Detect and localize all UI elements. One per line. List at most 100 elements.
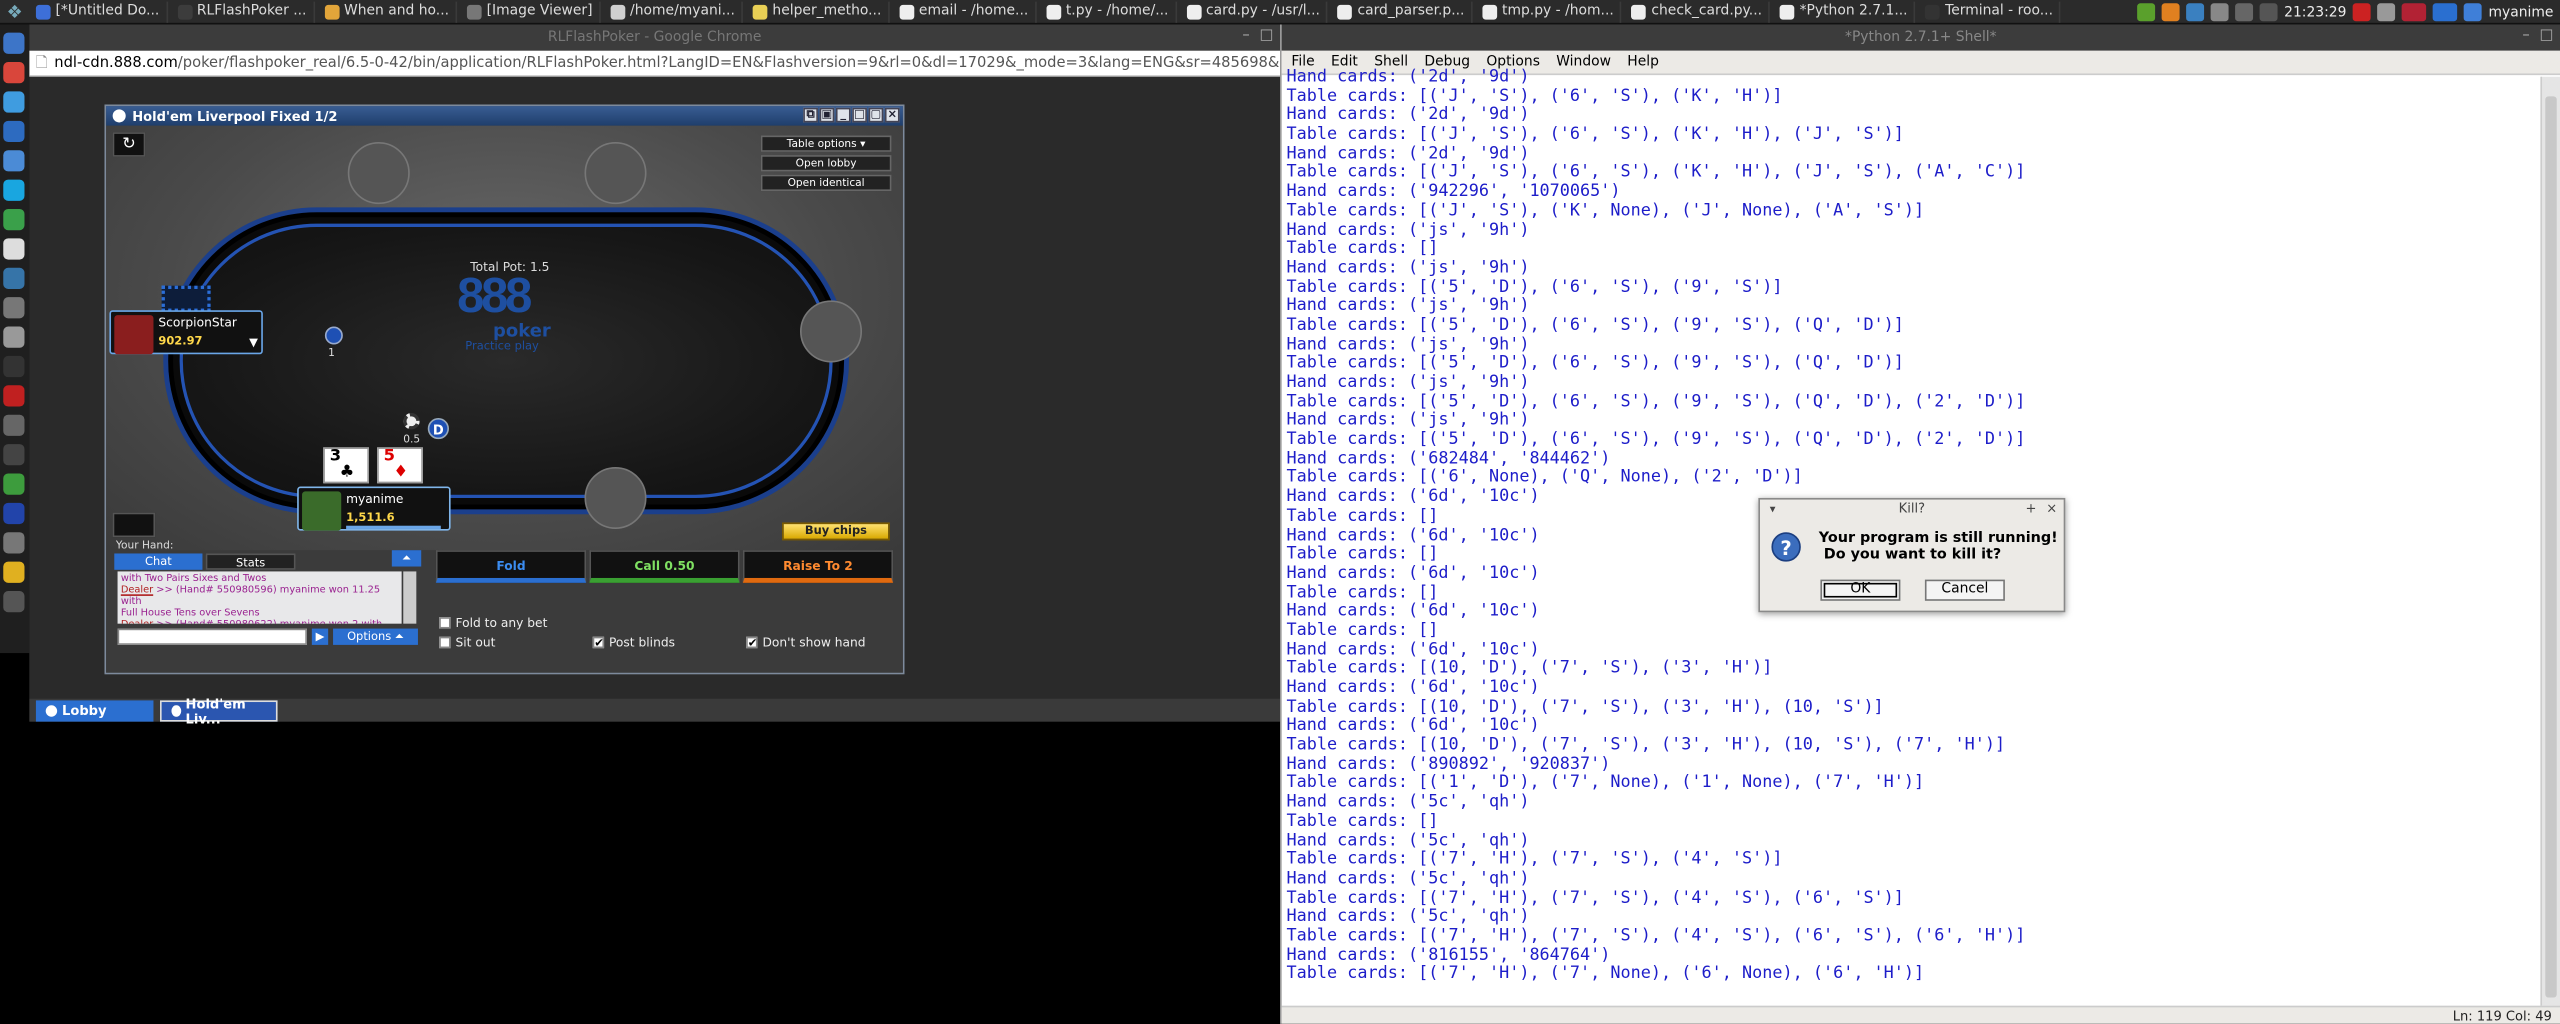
taskbar-task[interactable]: helper_metho... — [746, 0, 890, 23]
taskbar-task[interactable]: *Python 2.7.1... — [1773, 0, 1916, 23]
app-menu-icon[interactable]: ❖ — [0, 0, 29, 24]
tab-stats[interactable]: Stats — [205, 553, 296, 570]
network-icon[interactable] — [2210, 3, 2229, 22]
chevron-down-icon[interactable]: ▼ — [249, 336, 258, 349]
fold-button[interactable]: Fold — [435, 550, 587, 583]
minimize-icon[interactable]: – — [1242, 28, 1249, 44]
workspace-switcher-icon[interactable] — [2433, 3, 2458, 22]
chips-stack-icon[interactable] — [112, 512, 156, 538]
skype-launcher-icon[interactable] — [3, 179, 25, 201]
raise-button[interactable]: Raise To 2 — [742, 550, 894, 583]
opponent-seat[interactable]: ScorpionStar 902.97 ▼ — [109, 310, 263, 355]
disk-launcher-icon[interactable] — [3, 532, 25, 554]
poker-titlebar[interactable]: Hold'em Liverpool Fixed 1/2 ⧉ ▣ _ □ ▢ × — [106, 106, 903, 126]
taskbar-task[interactable]: email - /home... — [893, 0, 1037, 23]
restore-icon[interactable]: □ — [852, 107, 867, 123]
empty-seat[interactable] — [347, 142, 410, 205]
scroll-thumb[interactable] — [2545, 96, 2557, 998]
tile-icon[interactable]: ⧉ — [803, 107, 818, 123]
post-blinds-checkbox[interactable]: ✔ Post blinds — [592, 635, 675, 650]
table-options-button[interactable]: Table options ▾ — [760, 135, 892, 152]
sit-out-checkbox[interactable]: Sit out — [439, 635, 495, 650]
ide-launcher-icon[interactable] — [3, 502, 25, 525]
taskbar-task[interactable]: t.py - /home/... — [1040, 0, 1177, 23]
open-identical-button[interactable]: Open identical — [760, 174, 892, 192]
taskbar-task[interactable]: tmp.py - /hom... — [1476, 0, 1622, 23]
filezilla-launcher-icon[interactable] — [3, 385, 25, 407]
address-bar[interactable]: 🗋 ndl-cdn.888.com/poker/flashpoker_real/… — [29, 50, 1281, 77]
alarm-icon[interactable] — [2353, 3, 2371, 22]
taskbar-task[interactable]: RLFlashPoker ... — [171, 0, 315, 23]
send-icon[interactable]: ▶ — [311, 628, 329, 645]
minimize-icon[interactable]: _ — [835, 107, 851, 123]
minimize-icon[interactable]: – — [2522, 28, 2529, 44]
chat-launcher-icon[interactable] — [3, 150, 25, 172]
power-launcher-icon[interactable] — [3, 561, 25, 583]
dealer-link[interactable]: Dealer — [121, 619, 153, 624]
snap-icon[interactable]: ▣ — [819, 107, 835, 123]
taskbar-task[interactable]: card.py - /usr/l... — [1180, 0, 1329, 23]
maximize-icon[interactable]: □ — [1260, 28, 1274, 44]
taskbar-task[interactable]: /home/myani... — [604, 0, 744, 23]
taskbar-task[interactable]: [Image Viewer] — [460, 0, 601, 23]
close-icon[interactable]: × — [884, 107, 900, 123]
editor-launcher-icon[interactable] — [3, 238, 25, 260]
app-launcher-icon[interactable] — [3, 444, 25, 466]
close-icon[interactable]: × — [2046, 500, 2057, 520]
cancel-button[interactable]: Cancel — [1924, 579, 2005, 601]
tab-lobby[interactable]: Lobby — [35, 700, 154, 722]
tray-app-icon[interactable] — [2161, 3, 2180, 22]
empty-seat[interactable] — [584, 466, 647, 529]
chrome-launcher-icon[interactable] — [3, 62, 25, 84]
tab-chat[interactable]: Chat — [114, 553, 203, 570]
keyboard-layout-icon[interactable] — [2401, 3, 2427, 22]
dont-show-hand-checkbox[interactable]: ✔ Don't show hand — [746, 635, 866, 650]
taskbar-task[interactable]: When and ho... — [318, 0, 458, 23]
terminal-launcher-icon[interactable] — [3, 355, 25, 378]
ok-button[interactable]: OK — [1820, 579, 1901, 601]
chat-log[interactable]: with Two Pairs Sixes and Twos Dealer >> (… — [117, 571, 402, 624]
dialog-menu-icon[interactable]: ▾ — [1770, 500, 1776, 520]
dash-icon[interactable] — [3, 32, 25, 54]
shell-titlebar[interactable]: *Python 2.7.1+ Shell* – □ — [1281, 24, 2560, 51]
taskbar-task[interactable]: check_card.py... — [1625, 0, 1771, 23]
files-launcher-icon[interactable] — [3, 91, 25, 113]
maximize-icon[interactable]: □ — [2540, 28, 2554, 44]
shell-scrollbar[interactable] — [2540, 76, 2560, 1008]
workspaces-launcher-icon[interactable] — [3, 591, 25, 613]
maximize-icon[interactable]: + — [2025, 500, 2036, 520]
buy-chips-button[interactable]: Buy chips — [782, 522, 890, 541]
grid-launcher-icon[interactable] — [3, 297, 25, 319]
tab-holdem[interactable]: Hold'em Liv... — [160, 696, 278, 726]
camera-launcher-icon[interactable] — [3, 414, 25, 436]
maximize-icon[interactable]: ▢ — [868, 107, 884, 123]
hero-seat[interactable]: myanime 1,511.6 — [297, 486, 451, 531]
expand-chat-icon[interactable]: ⏶ — [391, 550, 422, 567]
dealer-link[interactable]: Dealer — [121, 584, 153, 595]
clock[interactable]: 21:23:29 — [2284, 4, 2346, 20]
tools-launcher-icon[interactable] — [3, 326, 25, 348]
empty-seat[interactable] — [800, 300, 863, 363]
call-button[interactable]: Call 0.50 — [589, 550, 740, 583]
wifi-icon[interactable] — [2235, 3, 2254, 22]
python-launcher-icon[interactable] — [3, 267, 25, 289]
refresh-icon[interactable]: ↻ — [112, 132, 146, 157]
app2-launcher-icon[interactable] — [3, 473, 25, 495]
username[interactable]: myanime — [2489, 4, 2554, 20]
taskbar-task[interactable]: card_parser.p... — [1331, 0, 1473, 23]
update-icon[interactable] — [2137, 3, 2156, 22]
user-icon[interactable] — [2464, 3, 2482, 22]
options-button[interactable]: Options ⏶ — [333, 628, 418, 645]
chat-scrollbar[interactable] — [403, 571, 417, 624]
tray-app-icon-2[interactable] — [2186, 3, 2205, 22]
volume-icon[interactable] — [2259, 3, 2278, 22]
chrome-titlebar[interactable]: RLFlashPoker - Google Chrome – □ — [29, 24, 1281, 51]
empty-seat[interactable] — [584, 142, 647, 205]
calc-launcher-icon[interactable] — [3, 208, 25, 231]
settings-icon[interactable] — [2377, 3, 2396, 22]
open-lobby-button[interactable]: Open lobby — [760, 155, 892, 172]
taskbar-task[interactable]: [*Untitled Do... — [29, 0, 168, 23]
fold-to-any-bet-checkbox[interactable]: Fold to any bet — [439, 616, 547, 630]
chat-input[interactable] — [117, 628, 307, 645]
writer-launcher-icon[interactable] — [3, 120, 25, 143]
